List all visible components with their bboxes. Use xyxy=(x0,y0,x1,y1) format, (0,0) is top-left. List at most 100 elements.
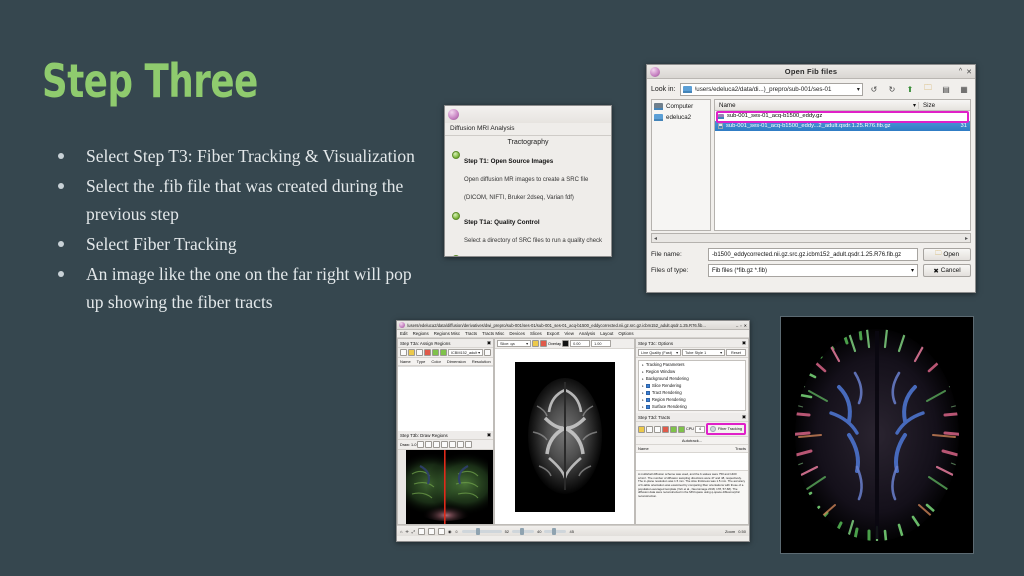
menu-item-tracts[interactable]: Tracts xyxy=(465,331,477,336)
table-row[interactable]: sub-001_ses-01_acq-b1500_eddy.gz xyxy=(715,111,970,121)
lasso-tool-icon[interactable] xyxy=(425,441,433,448)
horizontal-scrollbar[interactable]: ◂ ▸ xyxy=(651,233,971,243)
menu-item-view[interactable]: View xyxy=(564,331,573,336)
new-folder-icon[interactable]: 🗀 xyxy=(921,82,935,96)
slice-select[interactable]: Slice: qa ▾ xyxy=(497,340,531,347)
new-region-icon[interactable] xyxy=(400,349,407,356)
menu-item-analysis[interactable]: Analysis xyxy=(579,331,595,336)
option-region-rendering[interactable]: ▸ Region Rendering xyxy=(639,396,745,403)
menu-item-slices[interactable]: Slices xyxy=(530,331,542,336)
file-name-input[interactable]: -b1500_eddycorrected.nii.gz.src.gz.icbm1… xyxy=(708,248,918,261)
atlas-template-select[interactable]: ICBM152_adult ▾ xyxy=(448,349,483,356)
panel-float-icon[interactable]: ▣ xyxy=(487,340,491,346)
slice-toolbar[interactable]: Slice: qa ▾ Overlay 0.00 1.00 xyxy=(495,339,634,349)
open-region-icon[interactable] xyxy=(408,349,415,356)
file-list[interactable]: Name ▾ Size sub-001_ses-01_acq-b1500_edd… xyxy=(714,99,971,231)
tractography-result-image[interactable] xyxy=(780,316,974,554)
menubar[interactable]: Edit Regions Regions Misc Tracts Tracts … xyxy=(397,330,749,338)
delete-tracts-icon[interactable] xyxy=(662,425,669,433)
tube-style-select[interactable]: Tube Style 1 ▾ xyxy=(682,349,725,356)
fiber-tracking-button[interactable]: Fiber Tracking xyxy=(705,423,746,435)
menu-item-regions[interactable]: Regions xyxy=(413,331,429,336)
dsi-studio-window[interactable]: /users/edeluca2/data/diffusion/derivativ… xyxy=(396,320,750,542)
look-in-select[interactable]: /users/edeluca2/data/di...)_prepro/sub-0… xyxy=(679,82,863,96)
maximize-icon[interactable]: ▫ xyxy=(740,323,741,328)
draw-toolbar[interactable]: Draw: 1-0 xyxy=(398,440,493,450)
add-region-icon[interactable] xyxy=(440,349,447,356)
sidebar-item-home[interactable]: edeluca2 xyxy=(654,114,708,121)
cluster-tracts-icon[interactable] xyxy=(678,425,685,433)
view-axial-icon[interactable] xyxy=(417,527,425,535)
minimize-icon[interactable]: ^ xyxy=(959,68,962,76)
checkbox-icon[interactable] xyxy=(645,404,650,409)
places-sidebar[interactable]: Computer edeluca2 xyxy=(651,99,711,231)
slice-delete-icon[interactable] xyxy=(540,340,547,347)
polygon-tool-icon[interactable] xyxy=(433,441,441,448)
save-region-icon[interactable] xyxy=(416,349,423,356)
checkbox-icon[interactable] xyxy=(645,390,650,395)
open-button[interactable]: 🗀 Open xyxy=(923,248,971,261)
panel-float-icon[interactable]: ▣ xyxy=(742,414,746,420)
reset-button[interactable]: Reset xyxy=(726,349,746,356)
open-tracts-icon[interactable] xyxy=(638,425,645,433)
statusbar[interactable]: ⌂ ✛ ⤢ ◉ ☺ 52 40 45 Zoom 0.50 xyxy=(397,525,749,536)
close-icon[interactable]: ✕ xyxy=(966,68,972,76)
direction-encoded-slice-view[interactable] xyxy=(398,450,493,524)
diffusion-mri-analysis-window[interactable]: Diffusion MRI Analysis Tractography Step… xyxy=(444,105,612,257)
menu-item-edit[interactable]: Edit xyxy=(400,331,408,336)
whole-brain-icon[interactable] xyxy=(432,349,439,356)
tract-table-body[interactable] xyxy=(636,453,748,471)
slider-z[interactable] xyxy=(544,527,567,535)
rectangle-tool-icon[interactable] xyxy=(417,441,425,448)
files-of-type-select[interactable]: Fib files (*fib.gz *.fib) ▾ xyxy=(708,264,918,277)
snapshot-icon[interactable]: ☺ xyxy=(454,529,458,534)
slice-color-icon[interactable] xyxy=(532,340,539,347)
render-quality-row[interactable]: Line Quality (Fast) ▾ Tube Style 1 ▾ Res… xyxy=(636,348,748,358)
zoom-value[interactable]: 0.50 xyxy=(738,529,746,534)
option-region-window[interactable]: ▸ Region Window xyxy=(639,368,745,375)
save-tracts-icon[interactable] xyxy=(646,425,653,433)
column-header-name[interactable]: Name xyxy=(715,102,918,109)
menu-item-regions-misc[interactable]: Regions Misc xyxy=(434,331,460,336)
panel-float-icon[interactable]: ▣ xyxy=(742,340,746,346)
menu-item-options[interactable]: Options xyxy=(618,331,633,336)
step-t1-item[interactable]: Step T1: Open Source Images Open diffusi… xyxy=(450,149,606,205)
menu-item-export[interactable]: Export xyxy=(547,331,560,336)
column-header-size[interactable]: ▾ Size xyxy=(913,101,970,109)
slider-y[interactable] xyxy=(512,527,535,535)
table-row-selected[interactable]: sub-001_ses-01_acq-b1500_eddy...2_adult.… xyxy=(715,121,970,131)
option-device-rendering[interactable]: ▸ Device Rendering xyxy=(639,410,745,411)
option-tracking-parameters[interactable]: ▸ Tracking Parameters xyxy=(639,361,745,368)
merge-tracts-icon[interactable] xyxy=(670,425,677,433)
zoom-fit-icon[interactable]: ⤢ xyxy=(412,529,415,534)
option-slice-rendering[interactable]: ▸ Slice Rendering xyxy=(639,382,745,389)
home-view-icon[interactable]: ⌂ xyxy=(400,529,402,534)
slider-x[interactable] xyxy=(461,527,502,535)
option-tract-rendering[interactable]: ▸ Tract Rendering xyxy=(639,389,745,396)
fa-slice-image[interactable] xyxy=(495,349,634,524)
erase-tool-icon[interactable] xyxy=(465,441,473,448)
panel-float-icon[interactable]: ▣ xyxy=(487,432,491,438)
minimize-icon[interactable]: – xyxy=(736,323,738,328)
view-sagittal-icon[interactable] xyxy=(437,527,445,535)
sphere-tool-icon[interactable] xyxy=(441,441,449,448)
step-t1a-item[interactable]: Step T1a: Quality Control Select a direc… xyxy=(450,210,606,248)
region-toolbar[interactable]: ICBM152_adult ▾ xyxy=(398,348,493,358)
line-quality-select[interactable]: Line Quality (Fast) ▾ xyxy=(638,349,681,356)
scroll-left-icon[interactable]: ◂ xyxy=(654,235,657,242)
close-icon[interactable]: ✕ xyxy=(744,323,747,328)
region-table-body[interactable] xyxy=(398,366,493,431)
overlay-min-input[interactable]: 0.00 xyxy=(570,340,591,347)
menu-item-tracts-misc[interactable]: Tracts Misc xyxy=(482,331,504,336)
autotrack-button[interactable]: Autotrack... xyxy=(636,437,748,445)
overlay-max-input[interactable]: 1.00 xyxy=(591,340,612,347)
scroll-right-icon[interactable]: ▸ xyxy=(965,235,968,242)
delete-region-icon[interactable] xyxy=(424,349,431,356)
step-t2-item[interactable]: Step T2: Reconstruction Open SRC file(s)… xyxy=(450,253,606,256)
parent-directory-icon[interactable]: ⬆ xyxy=(903,82,917,96)
slice-view-panel[interactable]: Slice: qa ▾ Overlay 0.00 1.00 xyxy=(494,338,635,525)
record-icon[interactable]: ◉ xyxy=(448,529,452,534)
checkbox-icon[interactable] xyxy=(645,383,650,388)
checkbox-icon[interactable] xyxy=(645,397,650,402)
back-icon[interactable]: ↺ xyxy=(867,82,881,96)
